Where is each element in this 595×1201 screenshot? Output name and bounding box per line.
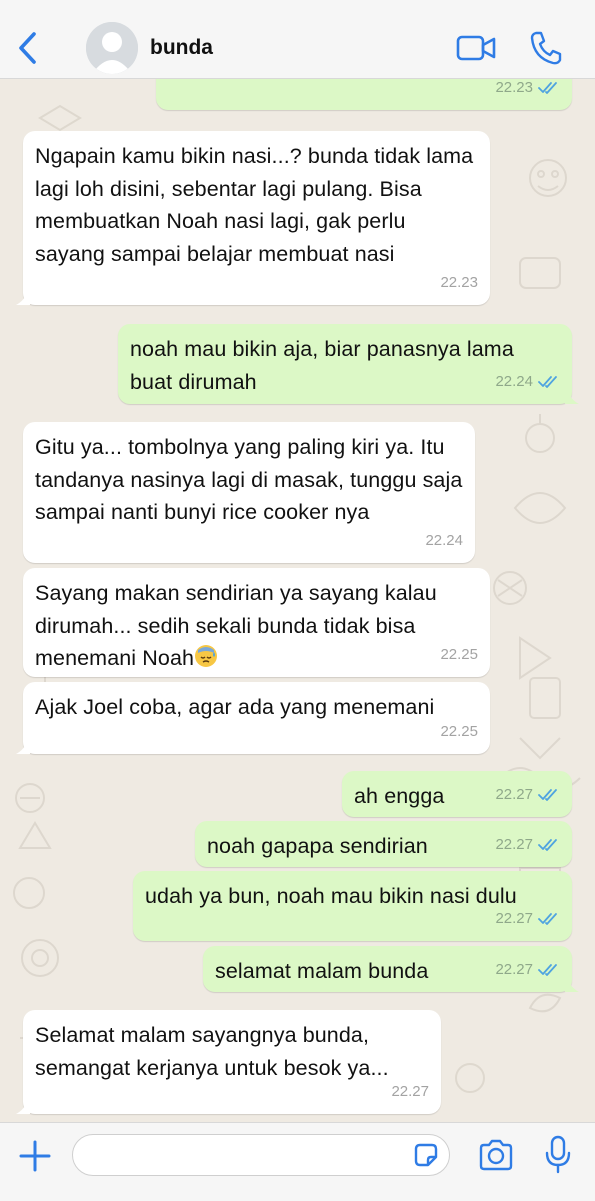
message-time: 22.27 bbox=[391, 1082, 429, 1100]
phone-icon[interactable] bbox=[528, 30, 562, 66]
message-time: 22.24 bbox=[495, 372, 533, 390]
message-text: Sayang makan sendirian ya sayang kalau d… bbox=[35, 577, 478, 675]
message-meta: 22.25 bbox=[440, 639, 478, 672]
composer-bar bbox=[0, 1122, 595, 1201]
message-time: 22.27 bbox=[495, 960, 533, 978]
bubble-tail bbox=[565, 976, 579, 992]
message-meta: 22.27 bbox=[495, 954, 560, 987]
message-time: 22.27 bbox=[495, 909, 533, 927]
incoming-message[interactable]: Ngapain kamu bikin nasi...? bunda tidak … bbox=[16, 131, 490, 305]
video-camera-icon[interactable] bbox=[456, 34, 496, 62]
message-meta: 22.24 bbox=[495, 366, 560, 399]
microphone-icon[interactable] bbox=[545, 1135, 571, 1175]
message-text: Ajak Joel coba, agar ada yang menemani bbox=[35, 695, 435, 719]
bubble-tail bbox=[16, 289, 30, 305]
read-ticks-icon bbox=[538, 788, 557, 801]
incoming-message[interactable]: Gitu ya... tombolnya yang paling kiri ya… bbox=[23, 422, 475, 563]
message-text-body: Sayang makan sendirian ya sayang kalau d… bbox=[35, 581, 443, 670]
message-text: Gitu ya... tombolnya yang paling kiri ya… bbox=[35, 435, 469, 524]
incoming-message[interactable]: Ajak Joel coba, agar ada yang menemani 2… bbox=[16, 682, 490, 754]
default-avatar-icon bbox=[86, 22, 138, 74]
message-meta: 22.27 bbox=[391, 1076, 429, 1109]
chevron-left-icon[interactable] bbox=[14, 30, 42, 66]
message-time: 22.24 bbox=[425, 531, 463, 549]
read-ticks-icon bbox=[538, 912, 557, 925]
read-ticks-icon bbox=[538, 838, 557, 851]
outgoing-message[interactable]: noah gapapa sendirian 22.27 bbox=[195, 821, 572, 867]
contact-name[interactable]: bunda bbox=[150, 36, 213, 60]
message-input[interactable] bbox=[72, 1134, 450, 1176]
message-meta: 22.24 bbox=[425, 525, 463, 558]
outgoing-message[interactable]: selamat malam bunda 22.27 bbox=[203, 946, 579, 992]
bubble-tail bbox=[565, 388, 579, 404]
outgoing-message[interactable]: noah mau bikin aja, biar panasnya lama b… bbox=[118, 324, 579, 404]
sticker-icon[interactable] bbox=[412, 1141, 440, 1169]
read-ticks-icon bbox=[538, 963, 557, 976]
bubble-tail bbox=[16, 1098, 30, 1114]
message-time: 22.27 bbox=[495, 785, 533, 803]
bubble-tail bbox=[16, 738, 30, 754]
camera-icon[interactable] bbox=[478, 1139, 514, 1171]
message-meta: 22.27 bbox=[495, 829, 560, 862]
chat-header: bunda bbox=[0, 0, 595, 79]
incoming-message[interactable]: Selamat malam sayangnya bunda, semangat … bbox=[16, 1010, 441, 1114]
outgoing-message[interactable]: udah ya bun, noah mau bikin nasi dulu 22… bbox=[133, 871, 572, 941]
message-time: 22.25 bbox=[440, 722, 478, 740]
message-list: 22.23 Ngapain kamu bikin nasi...? bunda … bbox=[0, 58, 595, 1122]
downcast-face-with-sweat-emoji bbox=[195, 645, 218, 667]
message-time: 22.25 bbox=[440, 645, 478, 663]
avatar[interactable] bbox=[86, 22, 138, 74]
message-meta: 22.23 bbox=[440, 267, 478, 300]
message-text: Ngapain kamu bikin nasi...? bunda tidak … bbox=[35, 144, 480, 266]
read-ticks-icon bbox=[538, 81, 557, 94]
plus-icon[interactable] bbox=[18, 1139, 52, 1173]
message-meta: 22.27 bbox=[495, 779, 560, 812]
message-meta: 22.25 bbox=[440, 716, 478, 749]
message-time: 22.23 bbox=[440, 273, 478, 291]
message-text: Selamat malam sayangnya bunda, semangat … bbox=[35, 1023, 389, 1080]
incoming-message[interactable]: Sayang makan sendirian ya sayang kalau d… bbox=[23, 568, 490, 677]
message-time: 22.27 bbox=[495, 835, 533, 853]
read-ticks-icon bbox=[538, 375, 557, 388]
message-meta: 22.27 bbox=[495, 903, 560, 936]
outgoing-message[interactable]: ah engga 22.27 bbox=[342, 771, 572, 817]
